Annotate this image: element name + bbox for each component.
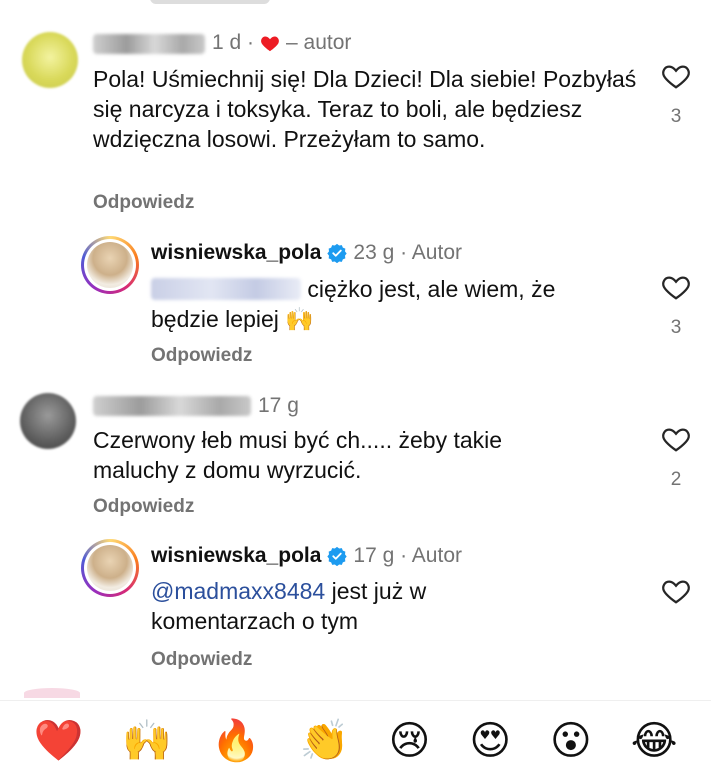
- username[interactable]: wisniewska_pola: [151, 241, 321, 265]
- comment-text: Czerwony łeb musi być ch..... żeby takie…: [93, 427, 503, 483]
- like-count: 3: [670, 106, 682, 127]
- reply-button[interactable]: Odpowiedz: [93, 496, 194, 518]
- timestamp: 1 d ·: [212, 31, 255, 54]
- clapping-hands-emoji-button[interactable]: 👏: [300, 721, 350, 761]
- heart-outline-icon: [662, 65, 690, 89]
- heart-outline-icon: [662, 580, 690, 604]
- blurred-mention[interactable]: [151, 278, 301, 300]
- raising-hands-emoji-button[interactable]: 🙌: [122, 721, 172, 761]
- heart-eyes-emoji-button[interactable]: 😍: [469, 721, 511, 761]
- next-comment-avatar-cutoff: [24, 688, 80, 698]
- reply-text: ciężko jest, ale wiem, że będzie lepiej …: [151, 274, 621, 334]
- author-liked-heart-icon: [261, 36, 279, 52]
- timestamp: 17 g: [258, 394, 299, 417]
- verified-badge-icon: [327, 546, 348, 566]
- like-button[interactable]: [661, 273, 691, 301]
- surprised-face-emoji-button[interactable]: 😮: [550, 721, 592, 761]
- comment-meta: 17 g: [258, 394, 299, 418]
- fire-emoji-button[interactable]: 🔥: [211, 721, 261, 761]
- like-count: 3: [670, 317, 682, 338]
- reply-button[interactable]: Odpowiedz: [151, 649, 252, 671]
- username[interactable]: wisniewska_pola: [151, 544, 321, 568]
- reply-button[interactable]: Odpowiedz: [93, 192, 194, 214]
- blurred-username[interactable]: [93, 34, 205, 54]
- verified-badge-icon: [327, 243, 348, 263]
- heart-outline-icon: [662, 428, 690, 452]
- emoji-quick-reaction-bar: ❤️ 🙌 🔥 👏 😢 😍 😮 😂: [0, 700, 711, 780]
- reply-meta: wisniewska_pola 23 g · Autor: [151, 241, 462, 265]
- heart-outline-icon: [662, 276, 690, 300]
- timestamp: 17 g · Autor: [353, 544, 462, 567]
- author-avatar[interactable]: [81, 539, 139, 597]
- comment-meta: 1 d · – autor: [212, 31, 351, 55]
- reply-button[interactable]: Odpowiedz: [151, 345, 252, 367]
- reply-text: @madmaxx8484 jest już w komentarzach o t…: [151, 576, 531, 636]
- previous-comment-cutoff: [150, 0, 270, 4]
- reply-meta: wisniewska_pola 17 g · Autor: [151, 544, 462, 568]
- avatar[interactable]: [20, 393, 76, 449]
- red-heart-emoji-button[interactable]: ❤️: [33, 721, 83, 761]
- like-button[interactable]: [661, 577, 691, 605]
- comment-text: Pola! Uśmiechnij się! Dla Dzieci! Dla si…: [93, 66, 637, 152]
- author-avatar[interactable]: [81, 236, 139, 294]
- timestamp: 23 g · Autor: [353, 241, 462, 264]
- tears-of-joy-emoji-button[interactable]: 😂: [631, 721, 678, 761]
- crying-face-emoji-button[interactable]: 😢: [389, 721, 431, 761]
- like-button[interactable]: [661, 425, 691, 453]
- avatar[interactable]: [22, 32, 78, 88]
- blurred-username[interactable]: [93, 396, 251, 416]
- author-tag: – autor: [286, 31, 352, 54]
- mention-link[interactable]: @madmaxx8484: [151, 578, 325, 604]
- like-button[interactable]: [661, 62, 691, 90]
- like-count: 2: [670, 469, 682, 490]
